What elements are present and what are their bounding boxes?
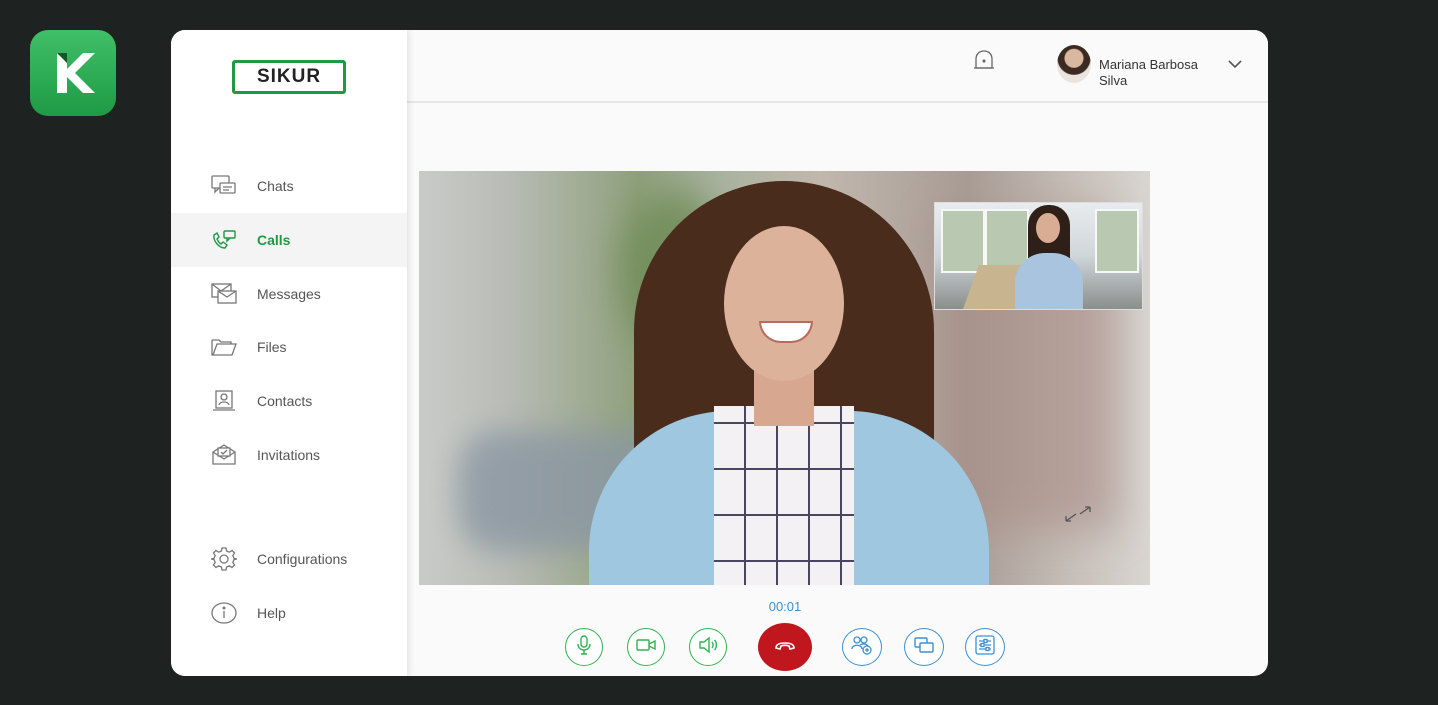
hang-up-button[interactable] bbox=[758, 623, 812, 671]
sidebar-item-label: Help bbox=[257, 605, 286, 621]
sidebar-item-label: Calls bbox=[257, 232, 291, 248]
sidebar-item-chats[interactable]: Chats bbox=[171, 159, 407, 213]
messages-icon bbox=[211, 281, 237, 307]
chevron-down-icon[interactable] bbox=[1227, 57, 1243, 69]
pip-background bbox=[941, 209, 985, 273]
expand-icon[interactable] bbox=[1064, 503, 1092, 525]
sidebar-item-label: Chats bbox=[257, 178, 294, 194]
top-bar: Mariana Barbosa Silva bbox=[407, 30, 1268, 103]
add-participant-icon bbox=[851, 635, 873, 660]
remote-participant-image bbox=[724, 226, 844, 381]
call-timer: 00:01 bbox=[768, 599, 802, 614]
self-video-preview[interactable] bbox=[934, 202, 1143, 310]
calls-icon bbox=[211, 227, 237, 253]
user-name[interactable]: Mariana Barbosa Silva bbox=[1099, 57, 1209, 89]
sidebar-item-label: Configurations bbox=[257, 551, 348, 567]
sidebar-item-messages[interactable]: Messages bbox=[171, 267, 407, 321]
call-settings-icon bbox=[975, 634, 995, 660]
sidebar-item-configurations[interactable]: Configurations bbox=[171, 532, 407, 586]
sidebar-item-label: Messages bbox=[257, 286, 321, 302]
folder-icon bbox=[211, 334, 237, 360]
contacts-icon bbox=[211, 388, 237, 414]
pip-background bbox=[1095, 209, 1139, 273]
microphone-button[interactable] bbox=[565, 628, 603, 666]
remote-participant-image bbox=[714, 406, 854, 585]
chats-icon bbox=[211, 173, 237, 199]
self-participant-image bbox=[1036, 213, 1060, 243]
camera-button[interactable] bbox=[627, 628, 665, 666]
video-camera-icon bbox=[636, 637, 656, 658]
bell-icon[interactable] bbox=[972, 48, 996, 74]
speaker-button[interactable] bbox=[689, 628, 727, 666]
hang-up-icon bbox=[774, 638, 796, 656]
add-participant-button[interactable] bbox=[842, 628, 882, 666]
invitations-icon bbox=[211, 442, 237, 468]
sidebar-item-label: Files bbox=[257, 339, 287, 355]
app-logo-icon bbox=[30, 30, 116, 116]
sikur-logo: SIKUR bbox=[232, 60, 346, 94]
sidebar-item-invitations[interactable]: Invitations bbox=[171, 428, 407, 482]
user-name-last: Silva bbox=[1099, 73, 1128, 88]
info-icon bbox=[211, 600, 237, 626]
sidebar-item-label: Contacts bbox=[257, 393, 313, 409]
call-settings-button[interactable] bbox=[965, 628, 1005, 666]
app-window: SIKUR Chats Calls Messages Files Contact… bbox=[171, 30, 1268, 676]
share-screen-button[interactable] bbox=[904, 628, 944, 666]
avatar[interactable] bbox=[1057, 45, 1091, 83]
sidebar: SIKUR Chats Calls Messages Files Contact… bbox=[171, 30, 407, 676]
sidebar-item-label: Invitations bbox=[257, 447, 321, 463]
sidebar-item-calls[interactable]: Calls bbox=[171, 213, 407, 267]
gear-icon bbox=[211, 546, 237, 572]
sidebar-item-contacts[interactable]: Contacts bbox=[171, 374, 407, 428]
share-screen-icon bbox=[914, 636, 934, 659]
self-participant-image bbox=[1015, 253, 1083, 309]
sidebar-item-files[interactable]: Files bbox=[171, 320, 407, 374]
user-name-first: Mariana Barbosa bbox=[1099, 57, 1198, 72]
microphone-icon bbox=[575, 634, 593, 660]
speaker-icon bbox=[698, 636, 718, 659]
sidebar-item-help[interactable]: Help bbox=[171, 586, 407, 640]
